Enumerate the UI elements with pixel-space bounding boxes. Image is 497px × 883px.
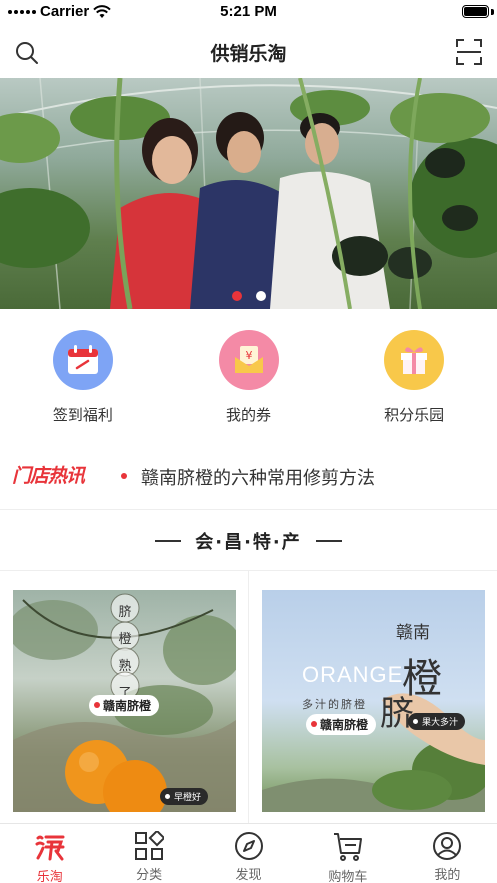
tab-label: 购物车 (328, 870, 368, 883)
quick-actions: 签到福利 ¥ 我的券 积分乐园 (0, 309, 497, 444)
tab-home[interactable]: 乐淘 (0, 824, 99, 883)
news-bullet (121, 473, 127, 479)
news-headline[interactable]: 赣南脐橙的六种常用修剪方法 (141, 464, 375, 490)
status-bar: Carrier 5:21 PM (0, 0, 497, 24)
tab-profile[interactable]: 我的 (398, 824, 497, 883)
banner-carousel[interactable] (0, 78, 497, 309)
quick-action-label: 我的券 (226, 406, 272, 424)
svg-text:¥: ¥ (245, 349, 252, 362)
product-card[interactable]: 脐 橙 熟 了 赣南脐橙 早橙好 (13, 590, 236, 812)
tab-label: 乐淘 (36, 870, 63, 883)
news-logo: 门店热讯 (12, 465, 85, 487)
quick-action-checkin[interactable]: 签到福利 (0, 309, 166, 444)
product-tag: 赣南脐橙 (306, 714, 377, 735)
product-badge: 早橙好 (160, 788, 209, 805)
overlay-char: 熟 (118, 659, 132, 674)
user-icon (431, 831, 463, 861)
product-badge: 果大多汁 (408, 713, 466, 730)
overlay-char: 橙 (118, 632, 132, 647)
product-overlay-title: 赣南 (396, 623, 430, 643)
tab-bar: 乐淘 分类 发现 购物车 我的 (0, 823, 497, 883)
product-card[interactable]: 赣南 ORANGE 橙 脐 多汁的脐橙 赣南脐橙 果大多汁 (262, 590, 485, 812)
news-ticker[interactable]: 门店热讯 赣南脐橙的六种常用修剪方法 (0, 444, 497, 510)
calendar-icon (52, 330, 113, 390)
product-overlay-text: 脐 橙 熟 了 (117, 599, 133, 707)
nav-bar: 供销乐淘 (0, 24, 497, 78)
product-overlay-sub: 多汁的脐橙 (302, 698, 367, 711)
category-icon (133, 831, 165, 861)
status-time: 5:21 PM (220, 3, 277, 20)
compass-icon (233, 831, 265, 861)
product-overlay-en: ORANGE (302, 662, 404, 687)
quick-action-points[interactable]: 积分乐园 (331, 309, 497, 444)
tab-category[interactable]: 分类 (99, 824, 198, 883)
banner-dot-1[interactable] (231, 291, 242, 301)
battery-icon (462, 5, 489, 18)
quick-action-label: 签到福利 (52, 406, 113, 424)
divider (155, 539, 182, 542)
cart-icon (332, 831, 364, 863)
banner-dot-2[interactable] (255, 291, 266, 301)
banner-image (0, 78, 497, 309)
divider (248, 571, 249, 823)
quick-action-coupons[interactable]: ¥ 我的券 (166, 309, 332, 444)
scan-icon[interactable] (455, 38, 483, 66)
product-overlay-big2: 脐 (380, 694, 414, 734)
banner-pagination (0, 291, 497, 301)
taobao-icon (34, 831, 66, 863)
tab-label: 我的 (434, 868, 461, 883)
quick-action-label: 积分乐园 (384, 406, 445, 424)
tab-cart[interactable]: 购物车 (298, 824, 397, 883)
product-tag: 赣南脐橙 (89, 695, 160, 716)
product-grid: 脐 橙 熟 了 赣南脐橙 早橙好 赣南 ORANGE 橙 脐 多汁的脐橙 赣南脐… (0, 571, 497, 823)
tab-label: 发现 (235, 868, 262, 883)
product-image (262, 693, 485, 812)
tab-label: 分类 (136, 868, 163, 883)
overlay-char: 脐 (118, 605, 132, 620)
section-title: 会·昌·特·产 (195, 531, 302, 553)
page-title: 供销乐淘 (210, 43, 287, 65)
tab-discover[interactable]: 发现 (199, 824, 298, 883)
divider (315, 539, 342, 542)
section-header: 会·昌·特·产 (0, 511, 497, 571)
coupon-icon: ¥ (218, 330, 279, 390)
gift-icon (384, 330, 445, 390)
